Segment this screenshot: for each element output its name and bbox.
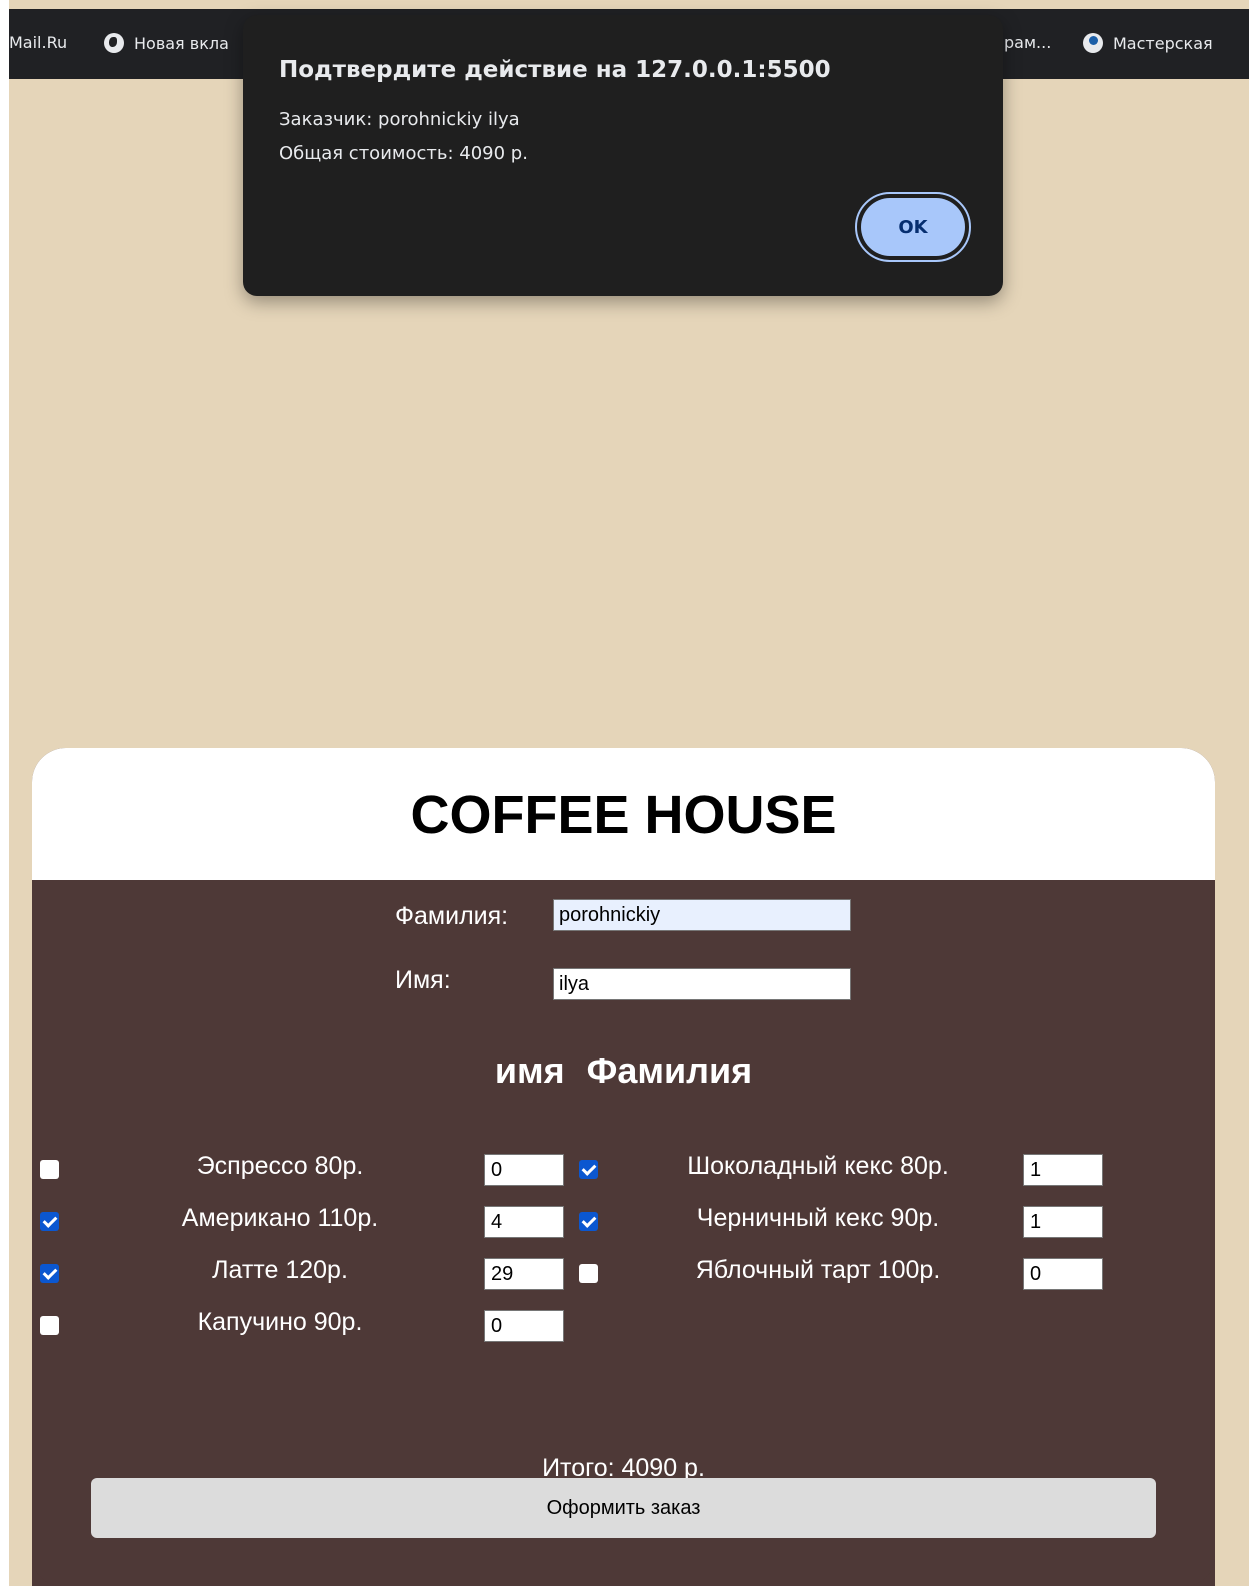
name-label: Имя: xyxy=(395,966,451,994)
espresso-label: Эспрессо 80р. xyxy=(196,1152,364,1180)
window-edge xyxy=(0,0,9,1586)
bookmark-workshop[interactable]: Мастерская xyxy=(1083,33,1213,53)
steam-icon xyxy=(1083,33,1103,53)
name-input[interactable] xyxy=(553,968,851,1000)
latte-checkbox[interactable] xyxy=(40,1264,59,1283)
dialog-customer-line: Заказчик: porohnickiy ilya xyxy=(279,109,520,130)
bookmark-mailru[interactable]: Mail.Ru xyxy=(9,33,67,52)
ok-button-label: OK xyxy=(861,198,965,256)
bookmark-label: Mail.Ru xyxy=(9,33,68,52)
espresso-checkbox[interactable] xyxy=(40,1160,59,1179)
order-card: COFFEE HOUSE Фамилия: Имя: имя Фамилия Э… xyxy=(32,748,1215,1586)
customer-name-heading: имя Фамилия xyxy=(494,1050,753,1091)
americano-checkbox[interactable] xyxy=(40,1212,59,1231)
ok-button[interactable]: OK xyxy=(855,192,971,262)
page-title: COFFEE HOUSE xyxy=(410,785,837,845)
confirm-dialog: Подтвердите действие на 127.0.0.1:5500 З… xyxy=(243,15,1003,296)
bookmark-new-tab[interactable]: Новая вкла xyxy=(104,33,229,53)
latte-qty-input[interactable] xyxy=(484,1258,564,1290)
apple-tart-checkbox[interactable] xyxy=(579,1264,598,1283)
cappuccino-checkbox[interactable] xyxy=(40,1316,59,1335)
blueberry-muffin-qty-input[interactable] xyxy=(1023,1206,1103,1238)
cappuccino-label: Капучино 90р. xyxy=(197,1308,363,1336)
dialog-title: Подтвердите действие на 127.0.0.1:5500 xyxy=(279,57,831,83)
chocolate-muffin-checkbox[interactable] xyxy=(579,1160,598,1179)
latte-label: Латте 120р. xyxy=(212,1256,348,1284)
blueberry-muffin-checkbox[interactable] xyxy=(579,1212,598,1231)
blueberry-muffin-label: Черничный кекс 90р. xyxy=(696,1204,940,1232)
surname-input[interactable] xyxy=(553,899,851,931)
apple-tart-qty-input[interactable] xyxy=(1023,1258,1103,1290)
bookmark-truncated[interactable]: рам... xyxy=(1004,33,1051,52)
order-form: Фамилия: Имя: имя Фамилия Эспрессо 80р. … xyxy=(32,880,1215,1586)
americano-label: Американо 110р. xyxy=(181,1204,379,1232)
apple-tart-label: Яблочный тарт 100р. xyxy=(695,1256,941,1284)
card-header: COFFEE HOUSE xyxy=(32,748,1215,880)
chocolate-muffin-qty-input[interactable] xyxy=(1023,1154,1103,1186)
globe-icon xyxy=(104,33,124,53)
espresso-qty-input[interactable] xyxy=(484,1154,564,1186)
dialog-total-line: Общая стоимость: 4090 р. xyxy=(279,143,528,164)
surname-label: Фамилия: xyxy=(395,902,509,930)
americano-qty-input[interactable] xyxy=(484,1206,564,1238)
chocolate-muffin-label: Шоколадный кекс 80р. xyxy=(687,1152,949,1180)
bookmark-label: Новая вкла xyxy=(134,33,229,53)
bookmark-label: Мастерская xyxy=(1113,33,1213,53)
cappuccino-qty-input[interactable] xyxy=(484,1310,564,1342)
submit-order-button[interactable]: Оформить заказ xyxy=(91,1478,1156,1538)
bookmark-label: рам... xyxy=(1004,33,1052,52)
